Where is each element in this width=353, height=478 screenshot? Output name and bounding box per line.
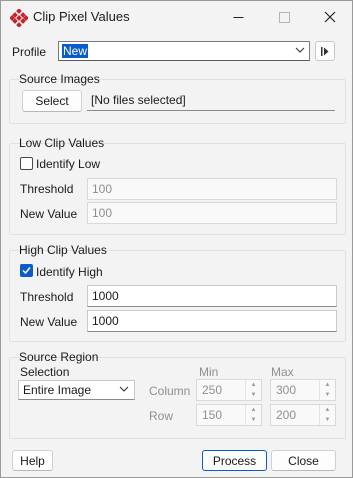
profile-action-button[interactable] (315, 41, 335, 61)
low-new-value-label: New Value (20, 207, 78, 221)
spin-down-icon: ▼ (324, 392, 331, 398)
high-threshold-label: Threshold (20, 290, 74, 304)
row-min-value: 150 (202, 408, 223, 422)
source-region-title: Source Region (19, 350, 99, 364)
column-label: Column (149, 384, 191, 398)
row-label: Row (149, 409, 174, 423)
row-max-spinbox: 200 ▲ ▼ (270, 404, 336, 426)
process-button[interactable]: Process (202, 450, 267, 471)
spin-down-icon: ▼ (324, 417, 331, 423)
spin-down-icon: ▼ (250, 392, 257, 398)
spin-buttons: ▲ ▼ (319, 405, 335, 425)
profile-value: New (62, 44, 89, 58)
row-max-value: 200 (276, 408, 297, 422)
column-min-value: 250 (202, 383, 223, 397)
spin-buttons: ▲ ▼ (319, 380, 335, 400)
selection-label: Selection (20, 365, 70, 379)
help-button[interactable]: Help (12, 450, 53, 471)
select-files-button[interactable]: Select (22, 90, 82, 112)
selection-value: Entire Image (23, 383, 92, 397)
profile-label: Profile (12, 45, 47, 59)
identify-high-checkbox[interactable] (20, 264, 33, 277)
spin-up-icon: ▲ (324, 382, 331, 388)
grid-app-icon (10, 9, 28, 27)
minimize-button[interactable] (215, 1, 261, 33)
min-label: Min (199, 365, 219, 379)
chevron-down-icon (295, 47, 305, 53)
close-window-button[interactable] (307, 1, 353, 33)
spin-up-icon: ▲ (250, 382, 257, 388)
spin-buttons: ▲ ▼ (245, 380, 261, 400)
play-bar-icon (321, 46, 329, 56)
low-clip-title: Low Clip Values (19, 136, 105, 150)
identify-high-label: Identify High (36, 265, 103, 279)
minimize-icon (233, 16, 243, 18)
maximize-button (261, 1, 307, 33)
title-bar[interactable]: Clip Pixel Values (1, 1, 352, 33)
dialog-window: Clip Pixel Values Profile New Source Ima… (0, 0, 353, 478)
low-new-value-input: 100 (87, 202, 337, 224)
maximize-icon (278, 11, 290, 23)
high-new-value-input[interactable]: 1000 (87, 310, 337, 332)
max-label: Max (271, 365, 294, 379)
chevron-down-icon (119, 386, 129, 392)
column-max-value: 300 (276, 383, 297, 397)
spin-up-icon: ▲ (324, 407, 331, 413)
spin-up-icon: ▲ (250, 407, 257, 413)
high-new-value-label: New Value (20, 315, 78, 329)
column-min-spinbox: 250 ▲ ▼ (196, 379, 262, 401)
high-clip-title: High Clip Values (19, 243, 107, 257)
profile-combo[interactable]: New (58, 41, 310, 61)
files-display: [No files selected] (87, 90, 335, 111)
low-threshold-label: Threshold (20, 182, 74, 196)
close-button[interactable]: Close (271, 450, 336, 471)
column-max-spinbox: 300 ▲ ▼ (270, 379, 336, 401)
spin-down-icon: ▼ (250, 417, 257, 423)
close-icon (324, 11, 336, 23)
row-min-spinbox: 150 ▲ ▼ (196, 404, 262, 426)
window-title: Clip Pixel Values (33, 9, 130, 24)
source-images-title: Source Images (19, 72, 100, 86)
identify-low-checkbox[interactable] (20, 157, 33, 170)
selection-combo[interactable]: Entire Image (18, 380, 135, 400)
spin-buttons: ▲ ▼ (245, 405, 261, 425)
high-threshold-input[interactable]: 1000 (87, 285, 337, 307)
identify-low-label: Identify Low (36, 157, 101, 171)
checkmark-icon (22, 267, 31, 275)
low-threshold-input: 100 (87, 178, 337, 200)
